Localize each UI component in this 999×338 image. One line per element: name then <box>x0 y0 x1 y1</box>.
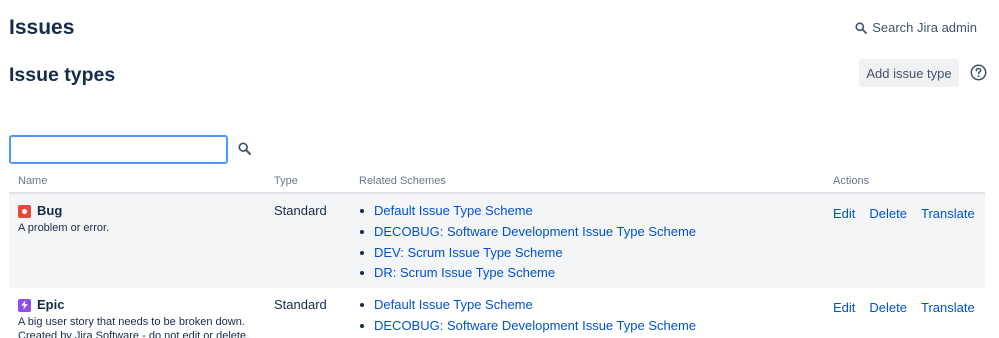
scheme-link[interactable]: DECOBUG: Software Development Issue Type… <box>374 224 696 239</box>
related-schemes-list: Default Issue Type Scheme DECOBUG: Softw… <box>359 297 696 338</box>
edit-link[interactable]: Edit <box>833 206 855 221</box>
issue-type-name-cell: Epic A big user story that needs to be b… <box>18 297 273 338</box>
issue-type-kind: Standard <box>274 297 327 312</box>
issue-type-description: A big user story that needs to be broken… <box>18 316 273 338</box>
header-related-schemes: Related Schemes <box>359 175 446 187</box>
delete-link[interactable]: Delete <box>869 206 907 221</box>
related-schemes-list: Default Issue Type Scheme DECOBUG: Softw… <box>359 203 696 286</box>
search-icon[interactable] <box>238 142 251 155</box>
list-item: Default Issue Type Scheme <box>359 297 696 318</box>
search-jira-admin-label: Search Jira admin <box>872 20 977 35</box>
row-actions: Edit Delete Translate <box>833 206 989 221</box>
lightning-glyph <box>21 300 28 310</box>
scheme-link[interactable]: Default Issue Type Scheme <box>374 203 533 218</box>
help-icon[interactable] <box>970 64 987 81</box>
header-type: Type <box>274 175 298 187</box>
edit-link[interactable]: Edit <box>833 300 855 315</box>
section-title: Issue types <box>9 64 116 86</box>
table-row: Epic A big user story that needs to be b… <box>9 288 985 338</box>
delete-link[interactable]: Delete <box>869 300 907 315</box>
issue-type-kind: Standard <box>274 203 327 218</box>
list-item: DECOBUG: Software Development Issue Type… <box>359 318 696 338</box>
issue-types-page: Issues Search Jira admin Issue types Add… <box>0 0 999 338</box>
page-title: Issues <box>9 16 75 39</box>
list-item: Default Issue Type Scheme <box>359 203 696 224</box>
issue-type-name-cell: Bug A problem or error. <box>18 203 273 236</box>
translate-link[interactable]: Translate <box>921 300 975 315</box>
bug-icon <box>18 204 31 218</box>
list-item: DECOBUG: Software Development Issue Type… <box>359 224 696 245</box>
table-row: Bug A problem or error. Standard Default… <box>9 194 985 288</box>
filter-issue-types-input[interactable] <box>9 135 228 164</box>
search-jira-admin-link[interactable]: Search Jira admin <box>855 20 977 35</box>
add-issue-type-button[interactable]: Add issue type <box>859 59 959 87</box>
list-item: DR: Scrum Issue Type Scheme <box>359 265 696 286</box>
scheme-link[interactable]: Default Issue Type Scheme <box>374 297 533 312</box>
description-line: A big user story that needs to be broken… <box>18 316 245 328</box>
table-header: Name Type Related Schemes Actions <box>9 172 985 194</box>
translate-link[interactable]: Translate <box>921 206 975 221</box>
row-actions: Edit Delete Translate <box>833 300 989 315</box>
issue-type-name: Epic <box>37 297 65 312</box>
scheme-link[interactable]: DEV: Scrum Issue Type Scheme <box>374 245 563 260</box>
issue-type-description: A problem or error. <box>18 222 110 234</box>
list-item: DEV: Scrum Issue Type Scheme <box>359 245 696 266</box>
issue-types-table: Name Type Related Schemes Actions Bug A … <box>9 172 985 338</box>
issue-type-name: Bug <box>37 203 63 218</box>
lightning-icon <box>18 298 31 312</box>
description-line: Created by Jira Software - do not edit o… <box>18 329 250 338</box>
scheme-link[interactable]: DR: Scrum Issue Type Scheme <box>374 265 555 280</box>
search-icon <box>855 21 868 34</box>
header-name: Name <box>18 175 48 187</box>
header-actions: Actions <box>833 175 870 187</box>
scheme-link[interactable]: DECOBUG: Software Development Issue Type… <box>374 318 696 333</box>
